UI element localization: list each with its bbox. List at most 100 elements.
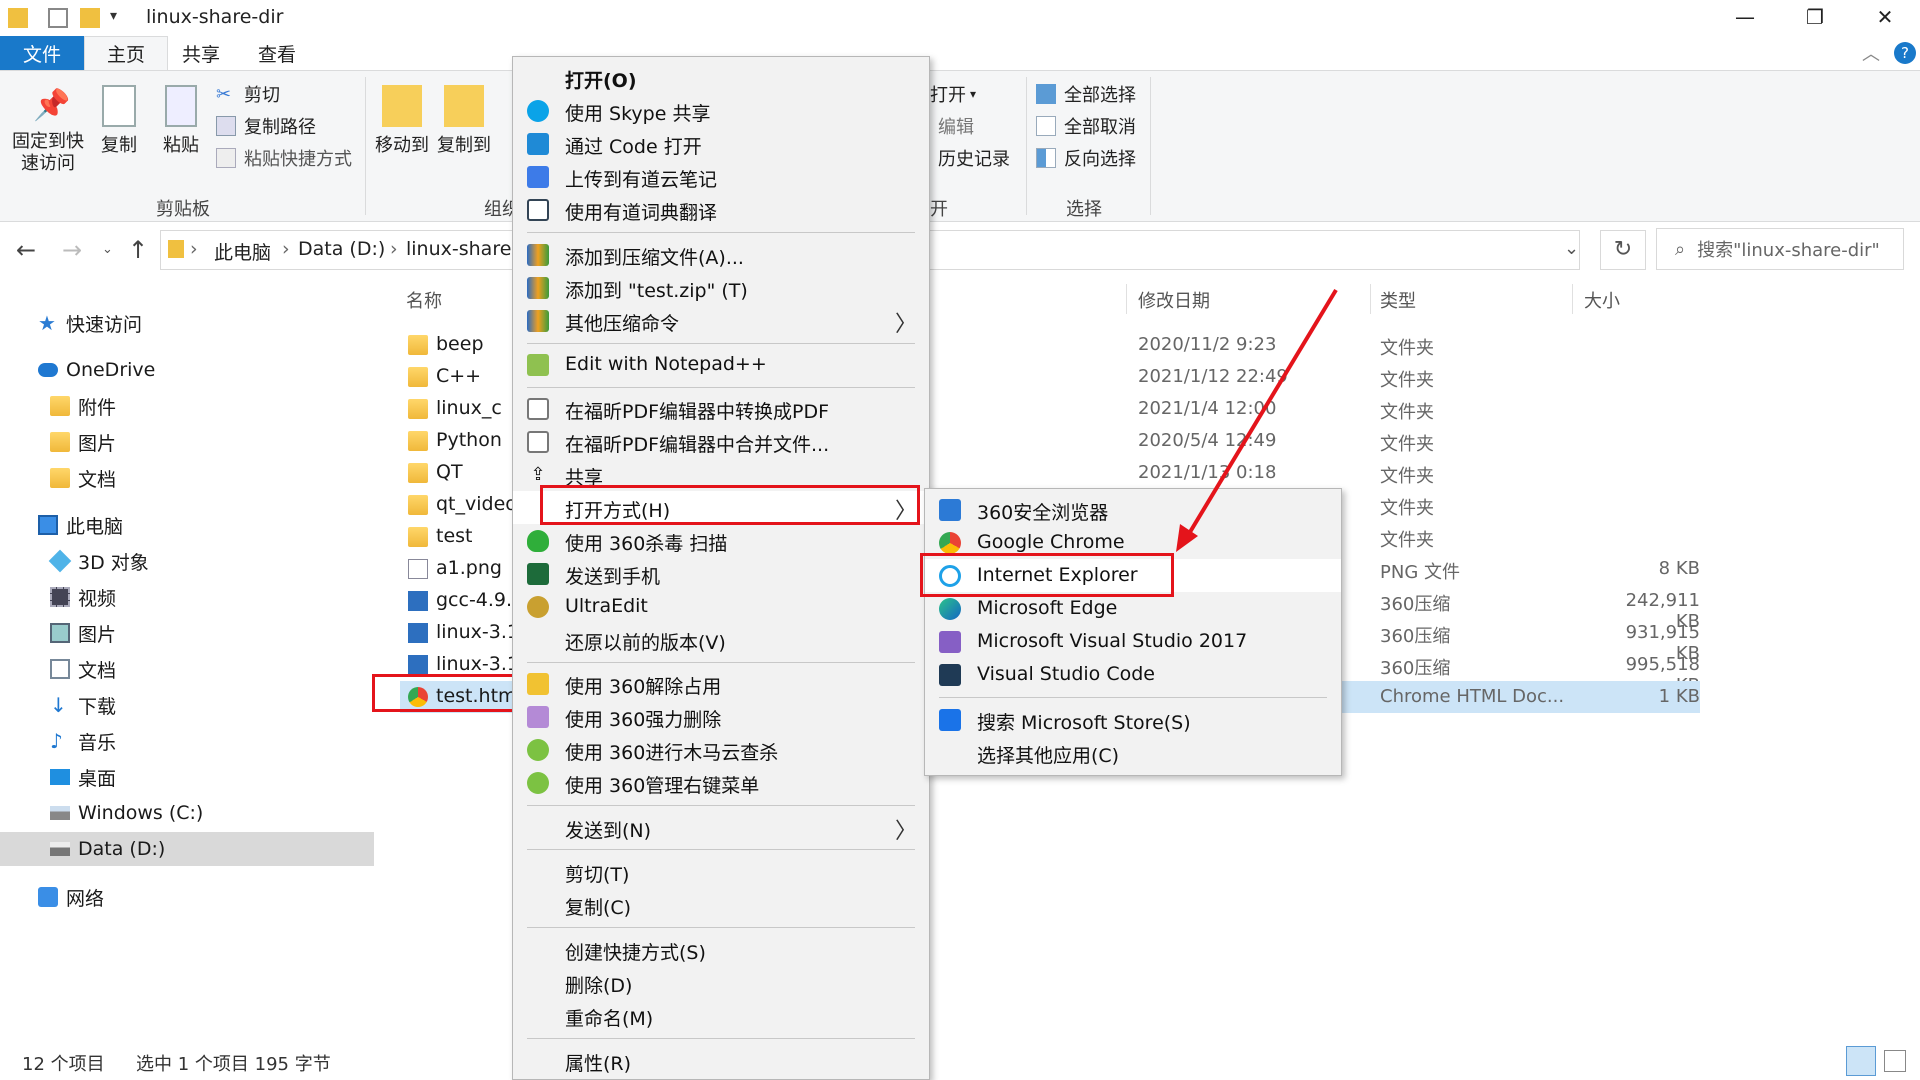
search-input[interactable]: ⌕ 搜索"linux-share-dir" bbox=[1656, 228, 1904, 270]
nav-downloads[interactable]: ↓ 下载 bbox=[0, 688, 374, 722]
column-header-name[interactable]: 名称 bbox=[406, 287, 442, 313]
menu-item-360-trojan-scan[interactable]: 使用 360进行木马云查杀 bbox=[513, 733, 929, 766]
menu-item-rename[interactable]: 重命名(M) bbox=[513, 999, 929, 1032]
breadcrumb-this-pc[interactable]: 此电脑 bbox=[214, 238, 271, 265]
archive-icon bbox=[527, 244, 549, 266]
arrow-head bbox=[1176, 524, 1198, 552]
nav-pictures[interactable]: 图片 bbox=[0, 616, 374, 650]
menu-item-skype-share[interactable]: 使用 Skype 共享 bbox=[513, 94, 929, 127]
copy-path-button[interactable]: 复制路径 bbox=[216, 111, 316, 141]
maximize-button[interactable]: ❐ bbox=[1780, 0, 1850, 34]
folder-icon bbox=[168, 240, 184, 258]
nav-drive-d[interactable]: Data (D:) bbox=[0, 832, 374, 866]
menu-item-foxit-convert[interactable]: 在福昕PDF编辑器中转换成PDF bbox=[513, 392, 929, 425]
open-button[interactable]: 打开 ▾ bbox=[930, 79, 976, 109]
nav-label: Windows (C:) bbox=[78, 802, 204, 824]
paste-button[interactable]: 粘贴 bbox=[156, 85, 206, 157]
submenu-item-choose-other[interactable]: 选择其他应用(C) bbox=[925, 736, 1341, 769]
menu-item-cut[interactable]: 剪切(T) bbox=[513, 855, 929, 888]
menu-item-send-to[interactable]: 发送到(N) 〉 bbox=[513, 811, 929, 844]
tab-share[interactable]: 共享 bbox=[160, 36, 242, 70]
submenu-item-visual-studio[interactable]: Microsoft Visual Studio 2017 bbox=[925, 625, 1341, 658]
nav-network[interactable]: 网络 bbox=[0, 880, 374, 914]
close-button[interactable]: ✕ bbox=[1850, 0, 1920, 34]
up-button[interactable]: ↑ bbox=[128, 236, 148, 264]
download-arrow-icon: ↓ bbox=[50, 693, 67, 717]
annotation-arrow bbox=[1176, 288, 1338, 552]
invert-selection-icon bbox=[1036, 148, 1056, 168]
breadcrumb-separator: › bbox=[282, 238, 290, 260]
nav-onedrive-documents[interactable]: 文档 bbox=[0, 461, 374, 495]
copy-label: 复制 bbox=[101, 135, 137, 156]
menu-item-360-manage-menu[interactable]: 使用 360管理右键菜单 bbox=[513, 766, 929, 799]
quick-access-dropdown-icon[interactable]: ▾ bbox=[110, 8, 117, 24]
menu-item-properties[interactable]: 属性(R) bbox=[513, 1044, 929, 1077]
menu-item-open[interactable]: 打开(O) bbox=[513, 61, 929, 94]
tab-view[interactable]: 查看 bbox=[236, 36, 318, 70]
details-view-icon[interactable] bbox=[1846, 1046, 1876, 1076]
folder-icon bbox=[408, 399, 428, 419]
move-to-button[interactable]: 移动到 bbox=[372, 85, 432, 157]
tab-file[interactable]: 文件 bbox=[0, 36, 84, 70]
menu-item-ultraedit[interactable]: UltraEdit bbox=[513, 590, 929, 623]
copy-button[interactable]: 复制 bbox=[94, 85, 144, 157]
new-folder-icon[interactable] bbox=[80, 8, 100, 28]
nav-this-pc[interactable]: 此电脑 bbox=[0, 508, 374, 542]
nav-onedrive-pictures[interactable]: 图片 bbox=[0, 425, 374, 459]
menu-item-copy[interactable]: 复制(C) bbox=[513, 888, 929, 921]
menu-item-open-with-code[interactable]: 通过 Code 打开 bbox=[513, 127, 929, 160]
youdao-dict-icon bbox=[527, 199, 549, 221]
menu-separator bbox=[939, 697, 1327, 698]
edit-button[interactable]: 编辑 bbox=[938, 111, 974, 141]
paste-label: 粘贴 bbox=[163, 135, 199, 156]
nav-drive-c[interactable]: Windows (C:) bbox=[0, 796, 374, 830]
menu-item-create-shortcut[interactable]: 创建快捷方式(S) bbox=[513, 933, 929, 966]
menu-item-360-scan[interactable]: 使用 360杀毒 扫描 bbox=[513, 524, 929, 557]
nav-documents[interactable]: 文档 bbox=[0, 652, 374, 686]
paste-shortcut-button[interactable]: 粘贴快捷方式 bbox=[216, 143, 352, 173]
menu-item-restore-versions[interactable]: 还原以前的版本(V) bbox=[513, 623, 929, 656]
recent-locations-icon[interactable]: ⌄ bbox=[102, 242, 113, 257]
properties-icon[interactable] bbox=[48, 8, 68, 28]
copy-to-button[interactable]: 复制到 bbox=[434, 85, 494, 157]
large-icons-view-icon[interactable] bbox=[1884, 1050, 1906, 1072]
clipboard-group-label: 剪贴板 bbox=[156, 199, 210, 220]
nav-desktop[interactable]: 桌面 bbox=[0, 760, 374, 794]
forward-button[interactable]: → bbox=[62, 236, 82, 264]
submenu-item-store-search[interactable]: 搜索 Microsoft Store(S) bbox=[925, 703, 1341, 736]
menu-item-360-force-delete[interactable]: 使用 360强力删除 bbox=[513, 700, 929, 733]
invert-selection-button[interactable]: 反向选择 bbox=[1036, 143, 1136, 173]
nav-attachments[interactable]: 附件 bbox=[0, 389, 374, 423]
nav-quick-access[interactable]: ★ 快速访问 bbox=[0, 306, 374, 340]
menu-item-youdao-translate[interactable]: 使用有道词典翻译 bbox=[513, 193, 929, 226]
menu-item-other-compress[interactable]: 其他压缩命令〉 bbox=[513, 304, 929, 337]
nav-videos[interactable]: 视频 bbox=[0, 580, 374, 614]
nav-onedrive[interactable]: OneDrive bbox=[0, 353, 374, 387]
menu-item-add-zip[interactable]: 添加到 "test.zip" (T) bbox=[513, 271, 929, 304]
collapse-ribbon-icon[interactable]: ︿ bbox=[1862, 40, 1880, 66]
tab-home[interactable]: 主页 bbox=[84, 36, 169, 70]
menu-item-notepadpp[interactable]: Edit with Notepad++ bbox=[513, 348, 929, 381]
menu-item-foxit-merge[interactable]: 在福昕PDF编辑器中合并文件... bbox=[513, 425, 929, 458]
select-none-button[interactable]: 全部取消 bbox=[1036, 111, 1136, 141]
submenu-item-vscode[interactable]: Visual Studio Code bbox=[925, 658, 1341, 691]
menu-item-send-to-phone[interactable]: 发送到手机 bbox=[513, 557, 929, 590]
back-button[interactable]: ← bbox=[16, 236, 36, 264]
menu-item-youdao-note[interactable]: 上传到有道云笔记 bbox=[513, 160, 929, 193]
minimize-button[interactable]: — bbox=[1710, 0, 1780, 34]
breadcrumb-data-d[interactable]: Data (D:) bbox=[298, 238, 385, 260]
history-button[interactable]: 历史记录 bbox=[938, 143, 1010, 173]
menu-item-add-archive[interactable]: 添加到压缩文件(A)... bbox=[513, 238, 929, 271]
cut-button[interactable]: ✂ 剪切 bbox=[216, 79, 280, 109]
help-icon[interactable]: ? bbox=[1894, 42, 1916, 64]
nav-3d-objects[interactable]: 3D 对象 bbox=[0, 544, 374, 578]
select-all-button[interactable]: 全部选择 bbox=[1036, 79, 1136, 109]
column-header-type[interactable]: 类型 bbox=[1380, 287, 1416, 313]
menu-item-delete[interactable]: 删除(D) bbox=[513, 966, 929, 999]
menu-item-360-unlock[interactable]: 使用 360解除占用 bbox=[513, 667, 929, 700]
pin-quick-access-button[interactable]: 📌 固定到快 速访问 bbox=[10, 89, 86, 175]
column-header-size[interactable]: 大小 bbox=[1584, 287, 1620, 313]
nav-music[interactable]: ♪ 音乐 bbox=[0, 724, 374, 758]
address-dropdown-icon[interactable]: ⌄ bbox=[1564, 238, 1579, 259]
refresh-icon[interactable]: ↻ bbox=[1600, 230, 1646, 270]
